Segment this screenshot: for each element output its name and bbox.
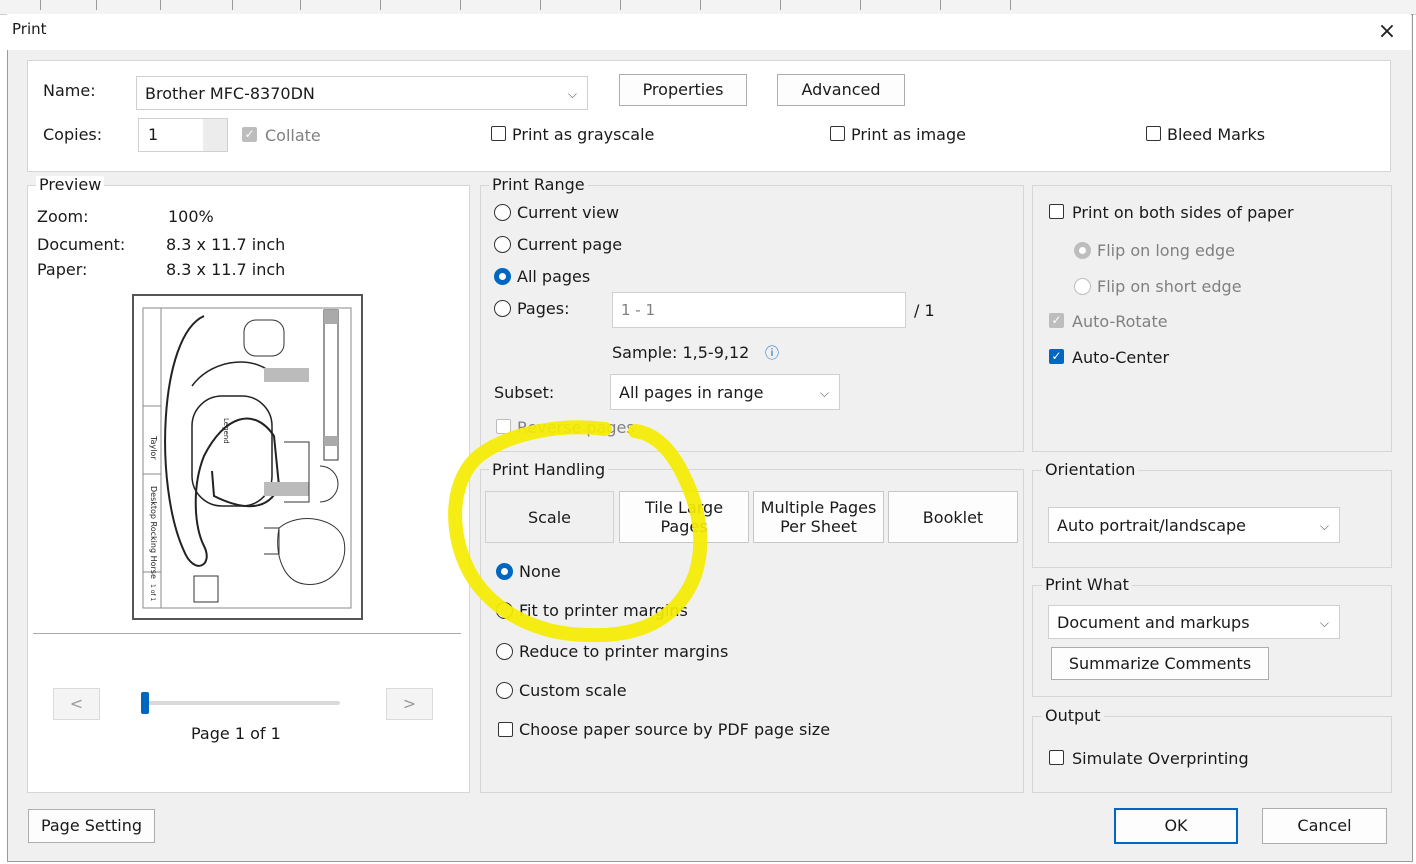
close-icon[interactable]: × [1372, 14, 1402, 50]
sample-text: Sample: 1,5-9,12 [612, 343, 750, 362]
bleed-marks-checkbox[interactable] [1146, 126, 1161, 141]
pages-label: Pages: [517, 299, 570, 318]
document-size: 8.3 x 11.7 inch [166, 235, 286, 254]
copies-label: Copies: [43, 125, 103, 144]
preview-legend: Preview [36, 176, 105, 194]
both-sides-label: Print on both sides of paper [1072, 203, 1294, 222]
preview-legend-text: Legend [222, 418, 230, 444]
all-pages-radio[interactable] [494, 268, 511, 285]
zoom-label: Zoom: [37, 207, 89, 226]
all-pages-label: All pages [517, 267, 591, 286]
chevron-down-icon: ⌵ [1319, 519, 1329, 533]
paper-source-checkbox[interactable] [498, 722, 513, 737]
pages-input[interactable]: 1 - 1 [612, 292, 906, 328]
paper-size: 8.3 x 11.7 inch [166, 260, 286, 279]
dialog-title: Print [12, 20, 47, 38]
tab-booklet-label: Booklet [922, 507, 984, 527]
orientation-select[interactable]: Auto portrait/landscape ⌵ [1048, 507, 1340, 543]
grayscale-label: Print as grayscale [512, 125, 655, 144]
auto-rotate-label: Auto-Rotate [1072, 312, 1168, 331]
current-view-label: Current view [517, 203, 620, 222]
print-what-group [1032, 585, 1392, 697]
pages-input-value: 1 - 1 [621, 301, 656, 319]
page-preview-thumbnail: Desktop Rocking Horse Taylor Legend 1 of… [132, 294, 363, 620]
info-icon[interactable]: ⓘ [765, 343, 779, 363]
auto-rotate-checkbox[interactable]: ✓ [1049, 313, 1064, 328]
current-page-radio[interactable] [494, 236, 511, 253]
custom-scale-radio[interactable] [496, 682, 513, 699]
paper-label: Paper: [37, 260, 88, 279]
page-slider-track[interactable] [142, 701, 340, 705]
orientation-value: Auto portrait/landscape [1057, 516, 1247, 535]
flip-short-edge-radio[interactable] [1074, 278, 1091, 295]
collate-label: Collate [265, 126, 321, 145]
chevron-down-icon: ⌵ [567, 87, 577, 101]
pages-radio[interactable] [494, 300, 511, 317]
cancel-button[interactable]: Cancel [1262, 808, 1387, 844]
page-setting-button[interactable]: Page Setting [28, 809, 155, 843]
summarize-comments-button[interactable]: Summarize Comments [1051, 647, 1269, 680]
previous-page-button[interactable]: < [53, 688, 100, 720]
title-bar [7, 14, 1411, 50]
properties-button[interactable]: Properties [619, 74, 747, 106]
auto-center-label: Auto-Center [1072, 348, 1170, 367]
printer-name-value: Brother MFC-8370DN [145, 84, 315, 103]
output-legend: Output [1042, 707, 1104, 725]
document-label: Document: [37, 235, 126, 254]
tab-booklet[interactable]: Booklet [888, 491, 1018, 543]
name-label: Name: [43, 81, 96, 100]
page-slider-thumb[interactable] [141, 692, 149, 714]
copies-input[interactable]: 1 [138, 118, 228, 152]
copies-value: 1 [148, 125, 159, 144]
print-range-legend: Print Range [489, 176, 588, 194]
pages-total: / 1 [914, 301, 935, 320]
collate-checkbox[interactable]: ✓ [242, 127, 257, 142]
orientation-legend: Orientation [1042, 461, 1139, 479]
flip-long-edge-label: Flip on long edge [1097, 241, 1235, 260]
page-indicator: Page 1 of 1 [191, 724, 281, 743]
both-sides-checkbox[interactable] [1049, 204, 1064, 219]
subset-label: Subset: [494, 383, 555, 402]
tab-multiple-pages[interactable]: Multiple Pages Per Sheet [753, 491, 884, 543]
copies-spinner[interactable] [203, 119, 227, 151]
grayscale-checkbox[interactable] [491, 126, 506, 141]
print-as-image-label: Print as image [851, 125, 966, 144]
ok-button[interactable]: OK [1114, 808, 1238, 844]
current-view-radio[interactable] [494, 204, 511, 221]
flip-long-edge-radio[interactable] [1074, 242, 1091, 259]
auto-center-checkbox[interactable]: ✓ [1049, 349, 1064, 364]
preview-drawing [142, 307, 352, 609]
preview-page-text: 1 of 1 [149, 584, 156, 602]
print-what-value: Document and markups [1057, 613, 1250, 632]
simulate-overprinting-label: Simulate Overprinting [1072, 749, 1249, 768]
printer-name-select[interactable]: Brother MFC-8370DN ⌵ [136, 76, 588, 110]
print-what-select[interactable]: Document and markups ⌵ [1048, 605, 1340, 639]
flip-short-edge-label: Flip on short edge [1097, 277, 1242, 296]
advanced-button[interactable]: Advanced [777, 74, 905, 106]
current-page-label: Current page [517, 235, 623, 254]
preview-divider [33, 633, 461, 634]
highlight-annotation [448, 420, 708, 643]
print-as-image-checkbox[interactable] [830, 126, 845, 141]
simulate-overprinting-checkbox[interactable] [1049, 750, 1064, 765]
chevron-down-icon: ⌵ [1319, 616, 1329, 630]
bleed-marks-label: Bleed Marks [1167, 125, 1266, 144]
zoom-value: 100% [168, 207, 214, 226]
subset-value: All pages in range [619, 383, 764, 402]
chevron-down-icon: ⌵ [819, 386, 829, 400]
subset-select[interactable]: All pages in range ⌵ [610, 374, 840, 410]
next-page-button[interactable]: > [386, 688, 433, 720]
preview-author-text: Taylor [149, 436, 158, 460]
custom-scale-label: Custom scale [519, 681, 627, 700]
paper-source-label: Choose paper source by PDF page size [519, 720, 831, 739]
tab-multiple-label: Multiple Pages Per Sheet [760, 498, 877, 536]
print-what-legend: Print What [1042, 576, 1132, 594]
background-app-toolbar [0, 0, 1416, 15]
